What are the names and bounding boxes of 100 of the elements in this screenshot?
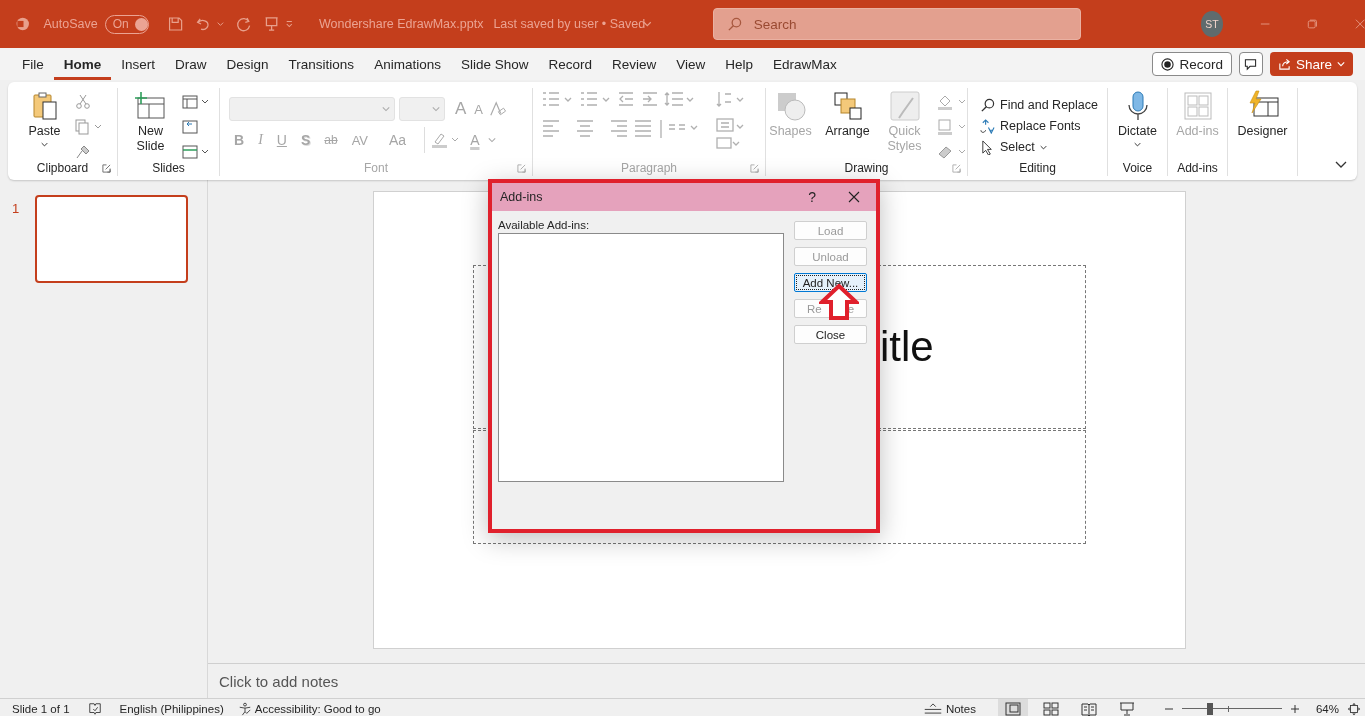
dialog-launcher-icon[interactable] bbox=[952, 164, 961, 173]
notes-icon bbox=[922, 703, 943, 714]
slide-count: Slide 1 of 1 bbox=[12, 702, 70, 715]
normal-view-button[interactable] bbox=[997, 699, 1028, 716]
group-label: Editing bbox=[1019, 161, 1056, 175]
paste-button[interactable]: Paste bbox=[22, 90, 67, 148]
ribbon-tab[interactable]: Transitions bbox=[278, 51, 365, 80]
ribbon-tab[interactable]: View bbox=[666, 51, 716, 80]
quick-styles-icon bbox=[888, 90, 921, 122]
copy-icon[interactable] bbox=[74, 119, 103, 135]
notes-pane[interactable]: Click to add notes bbox=[208, 663, 1365, 698]
group-label: Clipboard bbox=[36, 161, 89, 175]
layout-icon[interactable] bbox=[181, 94, 210, 110]
autosave-label: AutoSave bbox=[43, 17, 98, 31]
group-label: Add-ins bbox=[1177, 161, 1218, 175]
share-icon bbox=[1277, 57, 1291, 71]
dialog-launcher-icon[interactable] bbox=[517, 164, 526, 173]
zoom-level[interactable]: 64% bbox=[1315, 702, 1339, 715]
designer-button[interactable]: Designer bbox=[1237, 90, 1288, 139]
caret-icon bbox=[432, 105, 440, 113]
chevron-icon[interactable] bbox=[643, 19, 652, 29]
share-button[interactable]: Share bbox=[1269, 52, 1353, 76]
replace-fonts-icon bbox=[980, 118, 995, 134]
comments-button[interactable] bbox=[1238, 52, 1263, 76]
ribbon-tab[interactable]: Animations bbox=[364, 51, 451, 80]
group-label: Voice bbox=[1122, 161, 1153, 175]
zoom-in-icon[interactable] bbox=[1289, 703, 1300, 714]
clear-formatting-icon[interactable] bbox=[489, 100, 507, 118]
ribbon-tab[interactable]: Insert bbox=[111, 51, 166, 80]
group-label: Font bbox=[364, 161, 388, 175]
presentation-icon[interactable] bbox=[263, 14, 281, 34]
caret-icon bbox=[1039, 143, 1047, 151]
dropdown-icon[interactable] bbox=[217, 20, 224, 28]
projector-icon bbox=[1118, 701, 1135, 716]
caret-icon bbox=[382, 105, 390, 113]
maximize-icon[interactable] bbox=[1307, 18, 1318, 30]
dialog-launcher-icon[interactable] bbox=[102, 164, 111, 173]
dialog-button[interactable]: Add New... bbox=[794, 273, 867, 292]
search-icon bbox=[980, 97, 995, 113]
arrange-icon bbox=[831, 90, 864, 122]
ribbon-tab[interactable]: Draw bbox=[165, 51, 217, 80]
notes-placeholder: Click to add notes bbox=[219, 672, 339, 690]
accessibility-status[interactable]: Accessibility: Good to go bbox=[237, 701, 381, 716]
editing-button[interactable]: Find and Replace bbox=[980, 97, 1098, 113]
new-slide-button[interactable]: New Slide bbox=[127, 90, 174, 154]
spelling-icon[interactable] bbox=[87, 701, 102, 716]
ribbon-tab[interactable]: File bbox=[12, 51, 54, 80]
reset-icon[interactable] bbox=[181, 119, 198, 135]
search-field[interactable]: Search bbox=[712, 8, 1081, 40]
group-label: Paragraph bbox=[620, 161, 677, 175]
caret-icon bbox=[1337, 60, 1345, 68]
ribbon-tab[interactable]: Slide Show bbox=[450, 51, 539, 80]
dialog-title: Add-ins bbox=[500, 190, 543, 204]
slide-number: 1 bbox=[12, 201, 20, 216]
ribbon-tab[interactable]: Record bbox=[538, 51, 602, 80]
help-button[interactable]: ? bbox=[808, 189, 816, 205]
caret-icon bbox=[41, 141, 48, 148]
editing-button[interactable]: Replace Fonts bbox=[980, 118, 1081, 134]
section-icon[interactable] bbox=[181, 144, 210, 160]
dictate-button[interactable]: Dictate bbox=[1115, 90, 1160, 148]
book-icon bbox=[1080, 701, 1097, 716]
slide-thumbnail[interactable] bbox=[35, 195, 189, 283]
arrange-button[interactable]: Arrange bbox=[823, 90, 872, 139]
app-logo-icon bbox=[15, 15, 31, 33]
document-title: Wondershare EdrawMax.pptx bbox=[319, 17, 484, 31]
font-size-field[interactable] bbox=[399, 97, 445, 121]
slide-sorter-icon bbox=[1042, 701, 1059, 716]
group-label: Drawing bbox=[844, 161, 889, 175]
customize-icon[interactable] bbox=[285, 19, 294, 29]
dialog-launcher-icon[interactable] bbox=[750, 164, 759, 173]
format-painter-icon[interactable] bbox=[74, 144, 91, 160]
cursor-icon bbox=[980, 139, 995, 155]
group-label: Slides bbox=[152, 161, 185, 175]
close-icon[interactable] bbox=[848, 191, 860, 203]
user-avatar[interactable]: ST bbox=[1200, 11, 1224, 37]
search-icon bbox=[726, 17, 742, 32]
save-icon[interactable] bbox=[166, 14, 184, 34]
shape-fill-icon[interactable] bbox=[937, 94, 967, 110]
language-indicator[interactable]: English (Philippines) bbox=[119, 702, 224, 715]
grid-icon bbox=[1181, 90, 1214, 122]
font-name-field[interactable] bbox=[229, 97, 395, 121]
editing-button[interactable]: Select bbox=[980, 139, 1047, 155]
dropdown-icon[interactable] bbox=[488, 136, 497, 144]
ribbon-tab[interactable]: Design bbox=[216, 51, 279, 80]
title-text: itle bbox=[880, 323, 934, 371]
shape-effects-icon[interactable] bbox=[937, 144, 967, 160]
shape-outline-icon[interactable] bbox=[937, 119, 967, 135]
fit-slide-icon[interactable] bbox=[1347, 701, 1361, 716]
ribbon-tab[interactable]: Help bbox=[715, 51, 764, 80]
list-label: Available Add-ins: bbox=[498, 219, 591, 231]
record-icon bbox=[1161, 57, 1175, 71]
caret-icon bbox=[1134, 141, 1141, 148]
comment-icon bbox=[1244, 57, 1258, 71]
accessibility-icon bbox=[237, 701, 252, 716]
notes-button[interactable]: Notes bbox=[922, 702, 976, 715]
dialog-button[interactable]: Close bbox=[794, 325, 867, 344]
record-button[interactable]: Record bbox=[1152, 52, 1232, 76]
cut-icon[interactable] bbox=[74, 94, 91, 110]
ribbon-tab[interactable]: Review bbox=[602, 51, 667, 80]
ribbon-tab[interactable]: EdrawMax bbox=[763, 51, 847, 80]
